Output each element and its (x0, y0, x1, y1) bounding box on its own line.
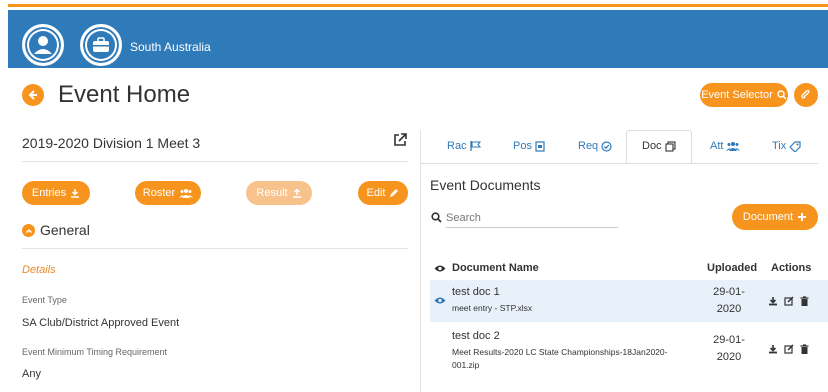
field-label-timing: Event Minimum Timing Requirement (22, 347, 168, 357)
document-name: test doc 2 (452, 330, 500, 342)
tab-label: Att (710, 140, 724, 152)
tab-label: Doc (642, 140, 662, 152)
external-link-icon[interactable] (393, 133, 407, 147)
tabs-divider (420, 163, 818, 164)
tab-label: Pos (513, 140, 532, 152)
trash-icon[interactable] (800, 344, 809, 354)
poster-icon (535, 140, 545, 152)
uploaded-date-line: 29-01- (713, 334, 745, 346)
edit-label: Edit (366, 187, 386, 199)
plus-icon (798, 213, 807, 221)
documents-section-title: Event Documents (430, 177, 541, 193)
field-value-event-type: SA Club/District Approved Event (22, 317, 180, 329)
back-button[interactable] (22, 84, 44, 106)
event-selector-button[interactable]: Event Selector (700, 83, 788, 107)
search-icon (431, 212, 442, 223)
download-icon (71, 189, 80, 198)
result-label: Result (256, 187, 288, 199)
divider (22, 161, 408, 162)
entries-label: Entries (31, 187, 67, 199)
column-header-name[interactable]: Document Name (452, 262, 539, 274)
uploaded-date: 29-01- 2020 (707, 332, 751, 366)
roster-button[interactable]: Roster (135, 181, 201, 205)
tab-tickets[interactable]: Tix (772, 140, 801, 152)
user-avatar-button[interactable] (22, 24, 64, 66)
paperclip-icon (801, 90, 810, 99)
tab-posters[interactable]: Pos (513, 140, 545, 152)
add-document-button[interactable]: Document (732, 204, 818, 230)
tab-label: Tix (772, 140, 787, 152)
edit-icon[interactable] (784, 344, 794, 354)
result-button[interactable]: Result (246, 181, 312, 205)
trash-icon[interactable] (800, 296, 809, 306)
pencil-icon (390, 189, 399, 197)
upload-icon (292, 188, 301, 198)
tab-label: Req (578, 140, 599, 152)
ticket-icon (789, 140, 801, 152)
users-icon (726, 142, 741, 151)
add-document-label: Document (742, 211, 794, 223)
download-icon[interactable] (768, 296, 778, 306)
meet-title: 2019-2020 Division 1 Meet 3 (22, 135, 201, 151)
org-avatar-button[interactable] (80, 24, 122, 66)
search-icon (777, 90, 787, 100)
entries-button[interactable]: Entries (22, 181, 90, 205)
column-header-uploaded[interactable]: Uploaded (707, 262, 757, 274)
tab-documents[interactable]: Doc (642, 140, 676, 152)
event-selector-label: Event Selector (701, 89, 773, 101)
chevron-up-icon (25, 228, 32, 233)
details-label: Details (22, 264, 56, 276)
copy-icon (665, 140, 676, 152)
field-label-event-type: Event Type (22, 295, 67, 305)
uploaded-date: 29-01- 2020 (707, 284, 751, 318)
divider (22, 248, 408, 249)
eye-icon[interactable] (434, 296, 446, 305)
top-accent-line (8, 4, 828, 7)
document-file: meet entry - STP.xlsx (452, 303, 533, 313)
tab-label: Rac (447, 140, 467, 152)
table-row[interactable]: test doc 1 meet entry - STP.xlsx 29-01- … (430, 280, 828, 322)
uploaded-date-line: 2020 (716, 303, 742, 315)
uploaded-date-line: 2020 (716, 351, 742, 363)
uploaded-date-line: 29-01- (713, 286, 745, 298)
download-icon[interactable] (768, 344, 778, 354)
attach-button[interactable] (794, 83, 818, 107)
user-icon (29, 31, 57, 59)
documents-search-input[interactable] (446, 208, 618, 228)
document-file: Meet Results-2020 LC State Championships… (452, 347, 668, 357)
column-header-actions: Actions (771, 262, 812, 274)
collapse-general-button[interactable] (22, 224, 35, 237)
briefcase-icon (87, 31, 115, 59)
tab-attendees[interactable]: Att (710, 140, 741, 152)
org-name: South Australia (130, 40, 211, 54)
table-row[interactable]: test doc 2 Meet Results-2020 LC State Ch… (430, 324, 828, 374)
users-icon (179, 189, 194, 198)
row-actions (768, 344, 809, 354)
tab-requirements[interactable]: Req (578, 140, 612, 152)
page-title: Event Home (58, 81, 191, 108)
document-file: 001.zip (452, 360, 480, 370)
edit-button[interactable]: Edit (358, 181, 408, 205)
field-value-timing: Any (22, 368, 41, 380)
general-section-title: General (40, 222, 90, 238)
roster-label: Roster (142, 187, 176, 199)
check-circle-icon (601, 140, 612, 152)
row-actions (768, 296, 809, 306)
tab-races[interactable]: Rac (447, 140, 481, 152)
edit-icon[interactable] (784, 296, 794, 306)
eye-icon (434, 265, 446, 272)
top-bar (8, 10, 828, 68)
flag-icon (469, 141, 481, 151)
document-name: test doc 1 (452, 286, 500, 298)
arrow-left-icon (28, 90, 37, 100)
